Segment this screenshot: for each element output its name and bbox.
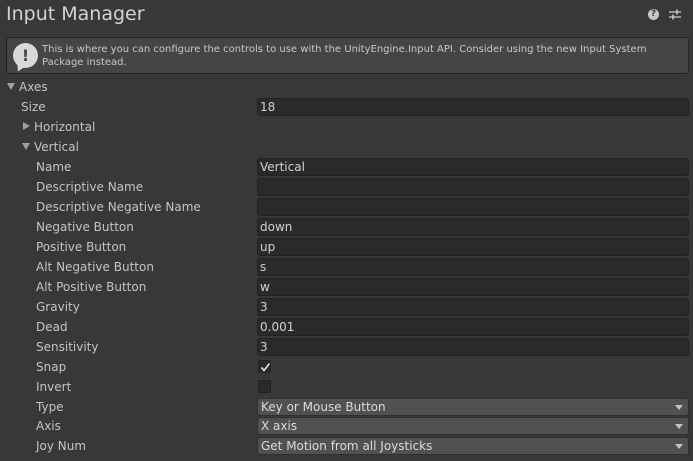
chevron-down-icon (675, 444, 683, 449)
size-label: Size (21, 100, 46, 114)
dead-field[interactable]: 0.001 (257, 318, 689, 336)
help-icon[interactable]: ? (648, 9, 659, 20)
dead-label: Dead (36, 320, 68, 334)
size-row: Size 18 (0, 97, 693, 117)
alt-positive-button-field[interactable]: w (257, 278, 689, 296)
descriptive-name-field[interactable] (257, 178, 689, 196)
descriptive-negative-name-label: Descriptive Negative Name (36, 200, 201, 214)
type-label: Type (36, 400, 64, 414)
alt-negative-button-label: Alt Negative Button (36, 260, 154, 274)
descriptive-name-row: Descriptive Name (0, 177, 693, 197)
descriptive-name-label: Descriptive Name (36, 180, 144, 194)
axis-dropdown[interactable]: X axis (257, 417, 689, 435)
axes-foldout[interactable]: Axes (0, 77, 693, 97)
name-label: Name (36, 160, 72, 174)
joy-num-dropdown-value: Get Motion from all Joysticks (261, 439, 433, 453)
gravity-row: Gravity 3 (0, 297, 693, 317)
help-text: This is where you can configure the cont… (42, 44, 647, 68)
size-field[interactable]: 18 (257, 98, 689, 116)
title-bar: Input Manager ? (0, 0, 693, 32)
chevron-down-icon (675, 424, 683, 429)
axes-label: Axes (19, 80, 48, 94)
invert-label: Invert (36, 380, 72, 394)
invert-row: Invert (0, 377, 693, 397)
name-field[interactable]: Vertical (257, 158, 689, 176)
snap-row: Snap (0, 357, 693, 377)
alt-negative-button-row: Alt Negative Button s (0, 257, 693, 277)
sensitivity-field[interactable]: 3 (257, 338, 689, 356)
info-speech-icon (13, 43, 38, 68)
axis-row: Axis X axis (0, 416, 693, 436)
invert-checkbox[interactable] (258, 380, 271, 393)
chevron-down-icon[interactable] (22, 143, 30, 150)
type-dropdown[interactable]: Key or Mouse Button (257, 398, 689, 416)
positive-button-field[interactable]: up (257, 238, 689, 256)
alt-negative-button-field[interactable]: s (257, 258, 689, 276)
horizontal-label: Horizontal (34, 120, 96, 134)
axis-dropdown-value: X axis (261, 419, 298, 433)
negative-button-label: Negative Button (36, 220, 134, 234)
settings-sliders-icon[interactable] (669, 9, 681, 20)
help-box: This is where you can configure the cont… (6, 37, 689, 74)
positive-button-label: Positive Button (36, 240, 127, 254)
type-dropdown-value: Key or Mouse Button (261, 400, 386, 414)
joy-num-dropdown[interactable]: Get Motion from all Joysticks (257, 437, 689, 455)
chevron-down-icon (675, 405, 683, 410)
name-row: Name Vertical (0, 157, 693, 177)
title-icons: ? (648, 9, 681, 20)
chevron-down-icon[interactable] (7, 83, 15, 90)
joy-num-row: Joy Num Get Motion from all Joysticks (0, 436, 693, 456)
gravity-label: Gravity (36, 300, 80, 314)
input-manager-window: Input Manager ? This is where you can co… (0, 0, 693, 461)
negative-button-row: Negative Button down (0, 217, 693, 237)
checkmark-icon (260, 363, 271, 372)
vertical-label: Vertical (34, 140, 79, 154)
alt-positive-button-label: Alt Positive Button (36, 280, 147, 294)
snap-checkbox[interactable] (258, 360, 271, 373)
descriptive-negative-name-field[interactable] (257, 198, 689, 216)
negative-button-field[interactable]: down (257, 218, 689, 236)
sensitivity-label: Sensitivity (36, 340, 99, 354)
page-title: Input Manager (6, 3, 145, 25)
chevron-right-icon[interactable] (23, 122, 30, 130)
axis-label: Axis (36, 419, 61, 433)
snap-label: Snap (36, 360, 67, 374)
type-row: Type Key or Mouse Button (0, 397, 693, 417)
descriptive-negative-name-row: Descriptive Negative Name (0, 197, 693, 217)
dead-row: Dead 0.001 (0, 317, 693, 337)
gravity-field[interactable]: 3 (257, 298, 689, 316)
sensitivity-row: Sensitivity 3 (0, 337, 693, 357)
positive-button-row: Positive Button up (0, 237, 693, 257)
joy-num-label: Joy Num (36, 439, 87, 453)
horizontal-foldout[interactable]: Horizontal (0, 117, 693, 137)
vertical-foldout[interactable]: Vertical (0, 137, 693, 157)
alt-positive-button-row: Alt Positive Button w (0, 277, 693, 297)
